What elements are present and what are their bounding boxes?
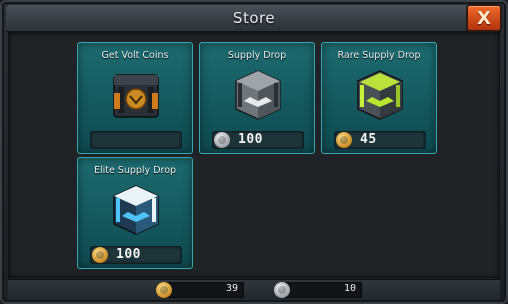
store-item-supply-drop[interactable]: Supply Drop 100 [199,42,315,154]
gold-balance: 39 [225,283,238,294]
silver-coin-icon [274,282,290,298]
gold-wallet: 39 [156,282,244,298]
silver-coin-icon [214,132,230,148]
item-title: Get Volt Coins [101,50,169,61]
gold-coin-icon [336,132,352,148]
volt-coins-crate-icon [113,74,159,118]
close-icon: X [477,7,491,29]
silver-wallet: 10 [274,282,362,298]
store-item-rare-supply-drop[interactable]: Rare Supply Drop 45 [321,42,437,154]
rare-supply-drop-crate-icon [357,70,403,120]
item-price: 45 [360,132,377,147]
gold-coin-icon [92,247,108,263]
title-bar: Store [6,5,502,32]
gold-coin-icon [156,282,172,298]
item-title: Elite Supply Drop [93,165,177,176]
store-item-volt-coins[interactable]: Get Volt Coins [77,42,193,154]
wallet-bar: 39 10 [8,279,500,300]
store-item-elite-supply-drop[interactable]: Elite Supply Drop 100 [77,157,193,269]
store-panel: Get Volt Coins Supply Drop 100 Rare Supp… [8,32,500,278]
silver-balance: 10 [343,283,356,294]
price-bar: 100 [90,246,182,264]
close-button[interactable]: X [466,4,502,32]
item-price: 100 [116,247,141,262]
window-title: Store [232,9,276,27]
item-title: Rare Supply Drop [337,50,421,61]
price-bar: 45 [334,131,426,149]
supply-drop-crate-icon [235,70,281,120]
price-bar: 100 [212,131,304,149]
elite-supply-drop-crate-icon [113,185,159,235]
item-title: Supply Drop [227,50,287,61]
store-window: Store X Get Volt Coins Supply Drop 100 R… [0,0,508,304]
item-price: 100 [238,132,263,147]
price-bar-empty [90,131,182,149]
